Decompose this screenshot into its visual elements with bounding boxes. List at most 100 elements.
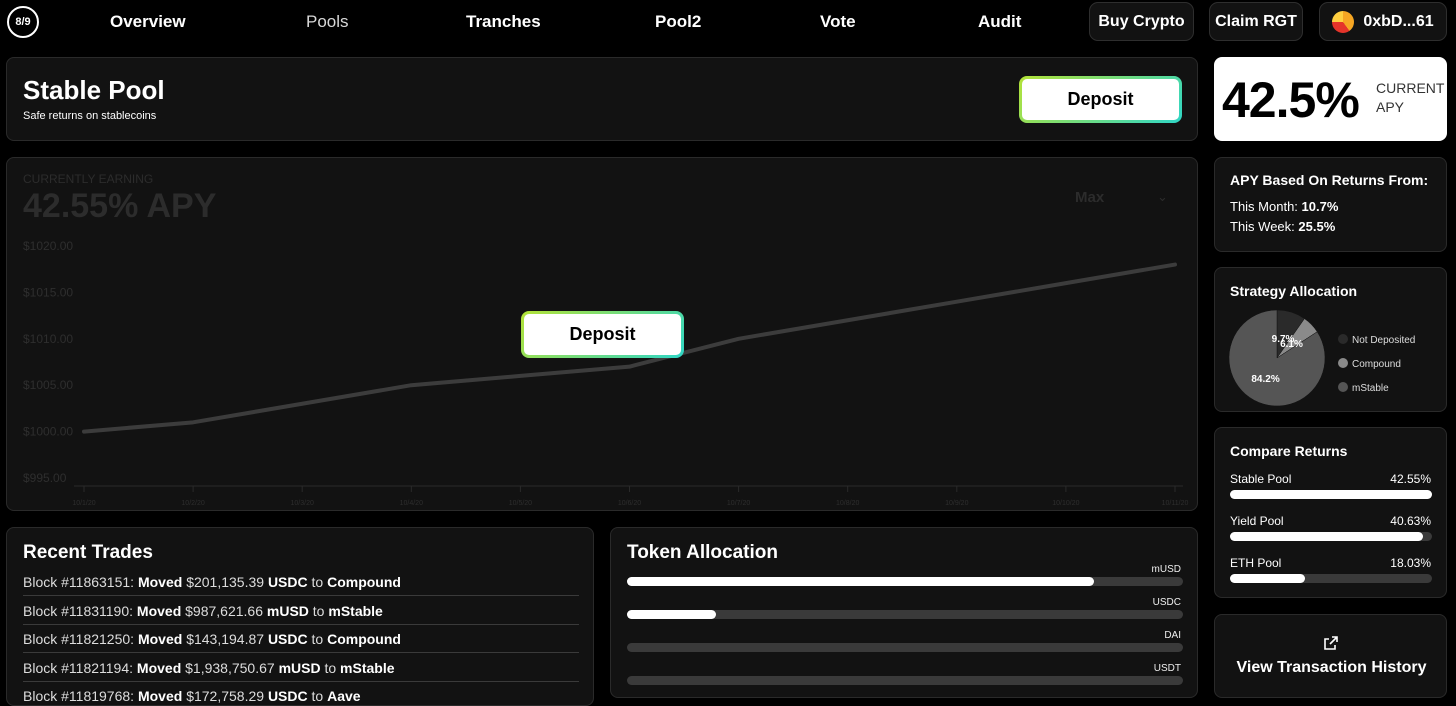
strategy-allocation-panel: Strategy Allocation 9.7% 6.1% 84.2% Not De… — [1214, 267, 1447, 412]
wallet-button[interactable]: 0xbD...61 — [1319, 2, 1447, 41]
claim-rgt-label: Claim RGT — [1215, 12, 1297, 30]
y-tick-label: $1020.00 — [23, 239, 73, 253]
deposit-button[interactable]: Deposit — [1019, 76, 1182, 123]
apy-month-label: This Month: — [1230, 199, 1298, 214]
compare-bar-fill — [1230, 574, 1305, 583]
trade-token: USDC — [267, 574, 308, 590]
y-tick-label: $1010.00 — [23, 332, 73, 346]
legend-dot — [1338, 334, 1348, 344]
compare-title: Compare Returns — [1230, 443, 1348, 459]
token-bar-track — [627, 676, 1183, 685]
trade-destination: mStable — [328, 602, 383, 619]
token-allocation-title: Token Allocation — [627, 542, 778, 563]
nav-audit[interactable]: Audit — [978, 12, 1021, 32]
data-point — [629, 366, 630, 368]
legend-label: Not Deposited — [1352, 335, 1416, 346]
data-point — [738, 338, 740, 340]
x-tick-label: 10/4/20 — [400, 500, 423, 507]
trade-block: Block #11821250: — [23, 631, 135, 647]
nav-overview[interactable]: Overview — [110, 12, 186, 32]
external-link-icon — [1324, 636, 1338, 650]
trade-token: USDC — [267, 631, 308, 647]
wallet-address: 0xbD...61 — [1363, 12, 1434, 30]
chart-deposit-button[interactable]: Deposit — [521, 311, 684, 358]
trade-action: Moved — [137, 574, 183, 590]
compare-row-name: Yield Pool — [1230, 514, 1284, 528]
trade-row: Block #11819768: Moved $172,758.29 USDC … — [23, 682, 579, 705]
buy-crypto-label: Buy Crypto — [1098, 12, 1185, 30]
claim-rgt-button[interactable]: Claim RGT — [1209, 2, 1303, 41]
data-point — [192, 421, 194, 423]
pie-slice-label: 84.2% — [1251, 374, 1279, 385]
view-transaction-history-button[interactable]: View Transaction History — [1214, 614, 1447, 698]
nav-pools[interactable]: Pools — [306, 12, 349, 32]
compare-bar-track — [1230, 532, 1432, 541]
token-allocation-panel: Token Allocation mUSD USDC DAI USDT — [610, 527, 1198, 698]
trade-row: Block #11821194: Moved $1,938,750.67 mUS… — [23, 654, 579, 682]
data-point — [1174, 264, 1176, 266]
trade-to: to — [312, 602, 325, 619]
trade-destination: Aave — [327, 688, 361, 704]
compare-row-name: Stable Pool — [1230, 472, 1292, 486]
apy-returns-title: APY Based On Returns From: — [1230, 172, 1429, 188]
legend-dot — [1338, 358, 1348, 368]
logo[interactable]: 8/9 — [7, 6, 39, 38]
chart-deposit-label: Deposit — [569, 324, 636, 344]
x-tick-label: 10/7/20 — [727, 500, 750, 507]
current-apy-card: 42.5% CURRENT APY — [1214, 57, 1447, 141]
trade-block: Block #11821194: — [23, 659, 134, 676]
legend-dot — [1338, 382, 1348, 392]
apy-week-label: This Week: — [1230, 219, 1295, 234]
legend-not-deposited: Not Deposited — [1338, 334, 1415, 346]
apy-week-line: This Week: 25.5% — [1230, 219, 1335, 234]
compare-bar-track — [1230, 490, 1432, 499]
trade-row: Block #11821250: Moved $143,194.87 USDC … — [23, 625, 579, 653]
trade-destination: mStable — [340, 659, 395, 676]
token-label: USDC — [1152, 597, 1181, 608]
trade-action: Moved — [137, 631, 183, 647]
nav-tranches[interactable]: Tranches — [466, 12, 541, 32]
x-tick-label: 10/3/20 — [291, 500, 314, 507]
data-point — [1065, 282, 1067, 284]
trade-row: Block #11863151: Moved $201,135.39 USDC … — [23, 568, 579, 596]
trade-amount: $987,621.66 — [185, 602, 263, 619]
apy-month-value: 10.7% — [1301, 199, 1339, 214]
token-label: mUSD — [1151, 564, 1181, 575]
x-tick-label: 10/10/20 — [1052, 500, 1079, 507]
x-tick-label: 10/2/20 — [181, 500, 204, 507]
apy-month-line: This Month: 10.7% — [1230, 199, 1338, 214]
strategy-title: Strategy Allocation — [1230, 283, 1358, 299]
trade-destination: Compound — [327, 574, 401, 590]
current-apy-value: 42.5% — [1222, 72, 1360, 128]
trade-block: Block #11863151: — [23, 574, 135, 590]
trade-action: Moved — [136, 659, 182, 676]
legend-label: mStable — [1352, 383, 1389, 394]
x-tick-label: 10/9/20 — [945, 500, 968, 507]
nav-vote[interactable]: Vote — [820, 12, 856, 32]
token-label: USDT — [1153, 663, 1181, 674]
x-tick-label: 10/5/20 — [509, 500, 532, 507]
data-point — [956, 301, 958, 303]
x-tick-label: 10/8/20 — [836, 500, 859, 507]
x-tick-label: 10/6/20 — [618, 500, 641, 507]
token-bar-fill — [627, 610, 716, 619]
wallet-avatar — [1332, 10, 1355, 33]
data-point — [83, 431, 85, 433]
compare-bar-track — [1230, 574, 1432, 583]
legend-compound: Compound — [1338, 358, 1401, 370]
current-apy-label: CURRENT APY — [1376, 80, 1445, 115]
recent-trades-panel: Recent Trades Block #11863151: Moved $20… — [6, 527, 594, 706]
token-bar-track — [627, 643, 1183, 652]
buy-crypto-button[interactable]: Buy Crypto — [1089, 2, 1194, 41]
trade-token: mUSD — [278, 659, 321, 676]
nav-pool2[interactable]: Pool2 — [655, 12, 701, 32]
trade-amount: $143,194.87 — [186, 631, 265, 647]
trade-row: Block #11831190: Moved $987,621.66 mUSD … — [23, 597, 579, 625]
compare-bar-fill — [1230, 532, 1423, 541]
pool-header: Stable Pool Safe returns on stablecoins … — [6, 57, 1198, 141]
balance-chart-panel: CURRENTLY EARNING 42.55% APY Max ⌄ $1020… — [6, 157, 1198, 511]
token-label: DAI — [1164, 630, 1181, 641]
trade-to: to — [311, 688, 324, 704]
trade-block: Block #11831190: — [23, 602, 134, 619]
apy-week-value: 25.5% — [1298, 219, 1336, 234]
